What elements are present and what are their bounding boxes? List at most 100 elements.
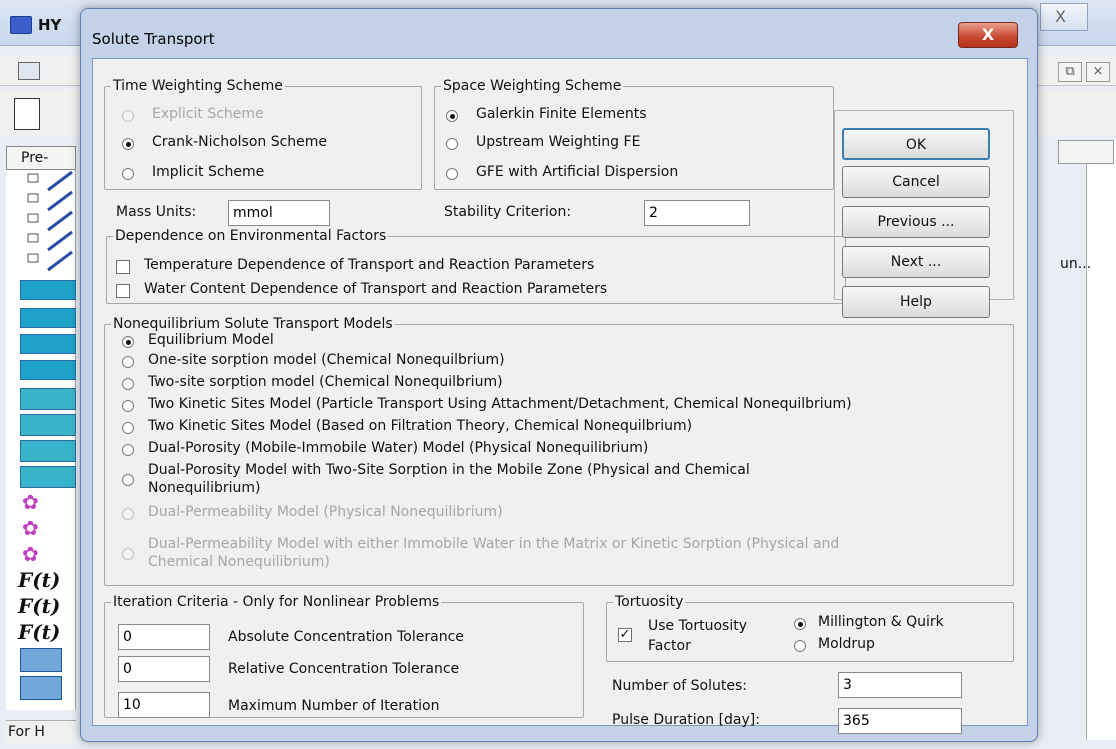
temperature-label: Temperature Dependence of Transport and … (144, 257, 595, 273)
restore-icon: ⧉ (1065, 64, 1075, 79)
two-site-sorption-radio[interactable] (122, 378, 134, 390)
environment-legend: Dependence on Environmental Factors (115, 228, 387, 244)
pre-processing-tab[interactable]: Pre- (6, 146, 76, 170)
nonequilibrium-legend: Nonequilibrium Solute Transport Models (113, 316, 393, 332)
water-content-label: Water Content Dependence of Transport an… (144, 281, 608, 297)
document-icon (18, 62, 40, 80)
two-kinetic-attachment-radio[interactable] (122, 400, 134, 412)
num-solutes-label: Number of Solutes: (612, 678, 747, 694)
right-panel (1086, 140, 1116, 740)
millington-quirk-radio[interactable] (794, 618, 806, 630)
relative-tolerance-input[interactable] (118, 656, 210, 682)
app-icon (10, 16, 32, 34)
gfe-dispersion-radio[interactable] (446, 168, 458, 180)
num-solutes-input[interactable] (838, 672, 962, 698)
mass-units-label: Mass Units: (116, 204, 197, 220)
stability-label: Stability Criterion: (444, 204, 572, 220)
pulse-duration-label: Pulse Duration [day]: (612, 712, 760, 728)
water-level-icon[interactable] (20, 648, 62, 672)
soil-layer-icon[interactable] (20, 414, 76, 436)
absolute-tolerance-input[interactable] (118, 624, 210, 650)
water-content-checkbox[interactable] (116, 284, 130, 298)
galerkin-label: Galerkin Finite Elements (476, 106, 647, 122)
gfe-dispersion-label: GFE with Artificial Dispersion (476, 164, 679, 180)
next-button[interactable]: Next ... (842, 246, 990, 278)
dialog-close-button[interactable]: X (958, 22, 1018, 48)
close-icon: × (1092, 64, 1104, 79)
time-function-icon[interactable]: F(t) (18, 620, 60, 644)
water-layer-icon[interactable] (20, 334, 76, 354)
dual-porosity-radio[interactable] (122, 444, 134, 456)
equilibrium-model-radio[interactable] (122, 336, 134, 348)
galerkin-radio[interactable] (446, 110, 458, 122)
checklist-icon[interactable] (26, 170, 76, 274)
dual-porosity-two-site-label-1: Dual-Porosity Model with Two-Site Sorpti… (148, 462, 750, 478)
crank-nicholson-radio[interactable] (122, 138, 134, 150)
background-close-button[interactable]: X (1040, 3, 1088, 31)
iteration-legend: Iteration Criteria - Only for Nonlinear … (113, 594, 440, 610)
flower-icon[interactable]: ✿ (22, 516, 39, 540)
one-site-sorption-radio[interactable] (122, 356, 134, 368)
use-tortuosity-checkbox[interactable]: ✓ (618, 628, 632, 642)
temperature-checkbox[interactable] (116, 260, 130, 274)
water-layer-icon[interactable] (20, 360, 76, 380)
close-icon: X (1055, 7, 1066, 26)
moldrup-radio[interactable] (794, 640, 806, 652)
new-file-icon[interactable] (14, 98, 40, 130)
soil-layer-icon[interactable] (20, 466, 76, 488)
dual-permeability-radio[interactable] (122, 508, 134, 520)
app-title: HY (38, 16, 62, 34)
two-kinetic-filtration-radio[interactable] (122, 422, 134, 434)
tortuosity-legend: Tortuosity (615, 594, 684, 610)
water-layer-icon[interactable] (20, 308, 76, 328)
max-iteration-label: Maximum Number of Iteration (228, 698, 440, 714)
implicit-scheme-label: Implicit Scheme (152, 164, 265, 180)
dual-permeability-kinetic-label-2: Chemical Nonequilibrium) (148, 554, 330, 570)
millington-quirk-label: Millington & Quirk (818, 614, 944, 630)
two-kinetic-filtration-label: Two Kinetic Sites Model (Based on Filtra… (148, 418, 693, 434)
close-icon: X (981, 25, 995, 44)
help-button[interactable]: Help (842, 286, 990, 318)
flower-icon[interactable]: ✿ (22, 490, 39, 514)
right-header-box (1058, 140, 1114, 164)
soil-layer-icon[interactable] (20, 440, 76, 462)
dual-permeability-label: Dual-Permeability Model (Physical Nonequ… (148, 504, 503, 520)
flower-icon[interactable]: ✿ (22, 542, 39, 566)
ok-button[interactable]: OK (842, 128, 990, 160)
dual-porosity-two-site-radio[interactable] (122, 474, 134, 486)
use-tortuosity-label-1: Use Tortuosity (648, 618, 747, 634)
time-weighting-legend: Time Weighting Scheme (113, 78, 283, 94)
implicit-scheme-radio[interactable] (122, 168, 134, 180)
status-bar-text: For H (6, 720, 76, 744)
dual-porosity-label: Dual-Porosity (Mobile-Immobile Water) Mo… (148, 440, 649, 456)
dual-porosity-two-site-label-2: Nonequilibrium) (148, 480, 261, 496)
soil-layer-icon[interactable] (20, 388, 76, 410)
crank-nicholson-label: Crank-Nicholson Scheme (152, 134, 328, 150)
mdi-close-button[interactable]: × (1086, 62, 1110, 82)
pulse-duration-input[interactable] (838, 708, 962, 734)
time-function-icon[interactable]: F(t) (18, 594, 60, 618)
max-iteration-input[interactable] (118, 692, 210, 718)
water-layer-icon[interactable] (20, 280, 76, 300)
upstream-label: Upstream Weighting FE (476, 134, 641, 150)
upstream-radio[interactable] (446, 138, 458, 150)
right-truncated-text: un... (1060, 256, 1092, 272)
relative-tolerance-label: Relative Concentration Tolerance (228, 661, 460, 677)
mass-units-input[interactable] (228, 200, 330, 226)
water-level-icon[interactable] (20, 676, 62, 700)
explicit-scheme-label: Explicit Scheme (152, 106, 264, 122)
cancel-button[interactable]: Cancel (842, 166, 990, 198)
stability-input[interactable] (644, 200, 750, 226)
absolute-tolerance-label: Absolute Concentration Tolerance (228, 629, 464, 645)
two-site-sorption-label: Two-site sorption model (Chemical Nonequ… (148, 374, 503, 390)
dual-permeability-kinetic-radio[interactable] (122, 548, 134, 560)
previous-button[interactable]: Previous ... (842, 206, 990, 238)
equilibrium-model-label: Equilibrium Model (148, 332, 274, 348)
use-tortuosity-label-2: Factor (648, 638, 691, 654)
dual-permeability-kinetic-label-1: Dual-Permeability Model with either Immo… (148, 536, 840, 552)
dialog-title: Solute Transport (92, 30, 215, 48)
mdi-restore-button[interactable]: ⧉ (1058, 62, 1082, 82)
time-function-icon[interactable]: F(t) (18, 568, 60, 592)
explicit-scheme-radio[interactable] (122, 110, 134, 122)
moldrup-label: Moldrup (818, 636, 875, 652)
